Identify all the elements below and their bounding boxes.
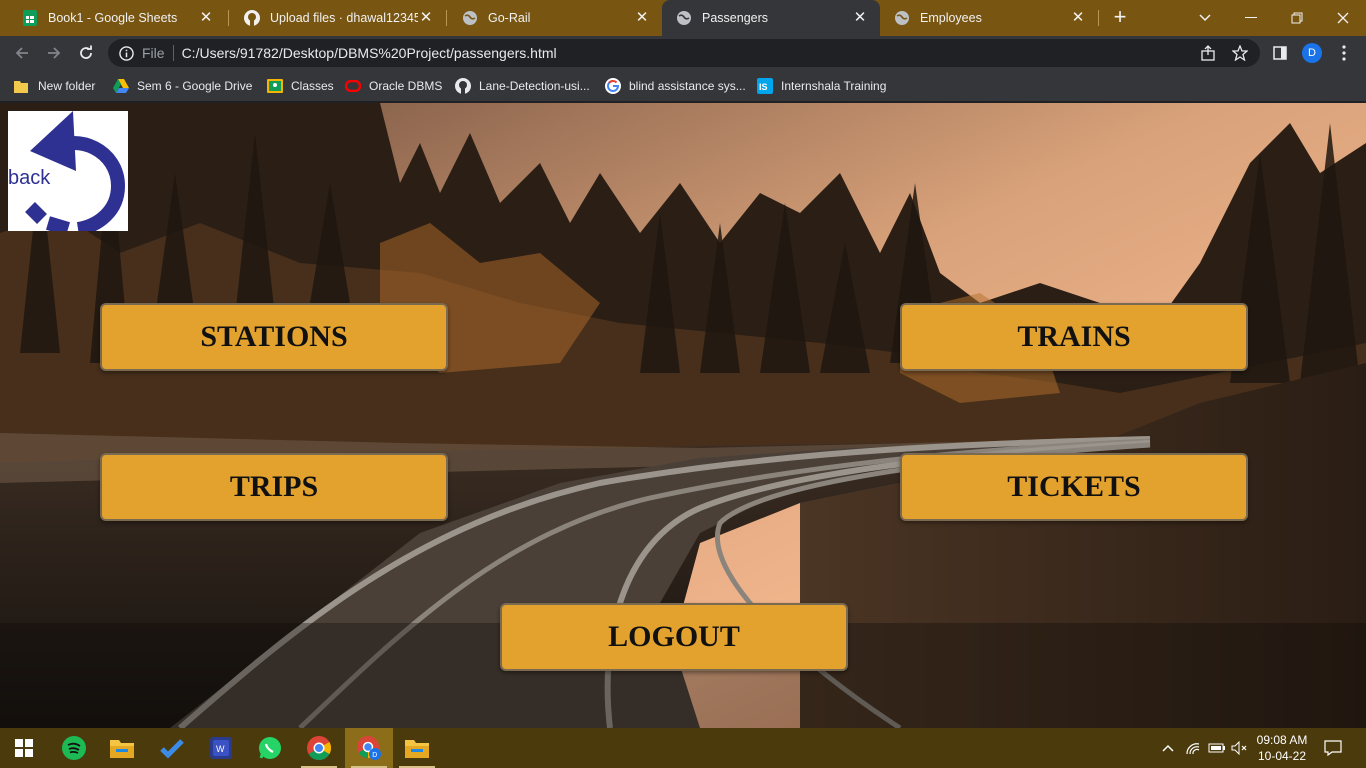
tab-title: Passengers [702,11,769,25]
new-tab-button[interactable]: + [1108,6,1132,30]
bookmark-label: Lane-Detection-usi... [479,79,590,93]
bookmark-label: Oracle DBMS [369,79,443,93]
folder-icon [14,78,30,94]
svg-text:D: D [372,752,377,759]
url-text[interactable]: C:/Users/91782/Desktop/DBMS%20Project/pa… [182,45,557,61]
restore-button[interactable] [1274,0,1320,36]
side-panel-icon[interactable] [1268,41,1292,65]
bookmark-lane-detection[interactable]: Lane-Detection-usi... [455,76,590,96]
clock-date: 10-04-22 [1257,749,1307,763]
tab-search-chevron-icon[interactable] [1182,0,1228,36]
close-icon[interactable]: ✕ [418,10,434,26]
reload-icon[interactable] [74,41,98,65]
star-icon[interactable] [1228,39,1252,67]
browser-toolbar: File C:/Users/91782/Desktop/DBMS%20Proje… [0,36,1366,70]
bookmark-oracle-dbms[interactable]: Oracle DBMS [345,76,442,96]
google-drive-icon [113,78,129,94]
oracle-icon [345,78,361,94]
close-icon[interactable]: ✕ [852,10,868,26]
kebab-menu-icon[interactable] [1332,41,1356,65]
bookmark-blind-assistance[interactable]: blind assistance sys... [605,76,746,96]
tab-title: Employees [920,11,982,25]
bookmark-label: Classes [291,79,334,93]
chrome-icon[interactable] [295,728,343,768]
share-icon[interactable] [1196,39,1220,67]
close-icon[interactable]: ✕ [634,10,650,26]
bookmark-label: Sem 6 - Google Drive [137,79,253,93]
google-icon [605,78,621,94]
svg-text:W: W [216,744,225,754]
tab-title: Go-Rail [488,11,531,25]
back-arrow-icon[interactable] [10,41,34,65]
back-label: back [8,167,51,189]
info-icon[interactable] [118,45,134,61]
tab-title: Book1 - Google Sheets [48,11,178,25]
globe-icon [894,10,910,26]
tab-divider [446,10,447,26]
tab-title: Upload files · dhawal123456/ [270,11,418,25]
volume-muted-icon[interactable] [1228,728,1250,768]
windows-start-icon[interactable] [0,728,48,768]
close-window-button[interactable] [1320,0,1366,36]
close-icon[interactable]: ✕ [198,10,214,26]
file-explorer-icon[interactable] [393,728,441,768]
tab-go-rail[interactable]: Go-Rail ✕ [448,0,662,36]
tickets-button[interactable]: TICKETS [900,453,1248,521]
profile-avatar[interactable]: D [1300,41,1324,65]
google-sheets-icon [22,10,38,26]
file-explorer-icon[interactable] [98,728,146,768]
github-icon [244,10,260,26]
page-viewport: back STATIONS TRAINS TRIPS TICKETS LOGOU… [0,103,1366,728]
stations-button[interactable]: STATIONS [100,303,448,371]
address-bar[interactable]: File C:/Users/91782/Desktop/DBMS%20Proje… [108,39,1260,67]
bookmark-internshala[interactable]: IS Internshala Training [757,76,886,96]
wps-icon[interactable]: W [197,728,245,768]
bookmark-label: Internshala Training [781,79,887,93]
todo-icon[interactable] [148,728,196,768]
internshala-icon: IS [757,78,773,94]
back-button[interactable]: back [8,111,128,236]
tab-google-sheets[interactable]: Book1 - Google Sheets ✕ [8,0,226,36]
bookmarks-bar: New folder Sem 6 - Google Drive Classes … [0,70,1366,102]
battery-icon[interactable] [1206,728,1228,768]
tab-employees[interactable]: Employees ✕ [880,0,1098,36]
tab-github-upload[interactable]: Upload files · dhawal123456/ ✕ [230,0,446,36]
bookmark-label: New folder [38,79,96,93]
tab-divider [1098,10,1099,26]
clock-time: 09:08 AM [1256,733,1308,747]
github-icon [455,78,471,94]
tab-passengers[interactable]: Passengers ✕ [662,0,880,36]
google-classroom-icon [267,78,283,94]
windows-taskbar: W D 09:08 AM 10-04-22 [0,728,1366,768]
bookmark-classes[interactable]: Classes [267,76,334,96]
close-icon[interactable]: ✕ [1070,10,1086,26]
chevron-up-icon[interactable] [1158,728,1178,768]
bookmark-label: blind assistance sys... [629,79,746,93]
notification-icon[interactable] [1320,728,1346,768]
minimize-button[interactable] [1228,0,1274,36]
browser-titlebar: Book1 - Google Sheets ✕ Upload files · d… [0,0,1366,36]
svg-text:IS: IS [759,82,768,92]
trips-button[interactable]: TRIPS [100,453,448,521]
url-scheme: File [142,45,165,61]
spotify-icon[interactable] [50,728,98,768]
bookmark-sem6-drive[interactable]: Sem 6 - Google Drive [113,76,252,96]
omnibox-divider [172,45,174,61]
whatsapp-icon[interactable] [246,728,294,768]
trains-button[interactable]: TRAINS [900,303,1248,371]
chrome-profile-icon[interactable]: D [345,728,393,768]
profile-initial: D [1302,43,1322,63]
globe-icon [462,10,478,26]
bookmark-new-folder[interactable]: New folder [14,76,95,96]
wifi-icon[interactable] [1182,728,1204,768]
system-clock[interactable]: 09:08 AM 10-04-22 [1252,732,1312,764]
globe-icon [676,10,692,26]
forward-arrow-icon[interactable] [42,41,66,65]
tab-divider [228,10,229,26]
logout-button[interactable]: LOGOUT [500,603,848,671]
